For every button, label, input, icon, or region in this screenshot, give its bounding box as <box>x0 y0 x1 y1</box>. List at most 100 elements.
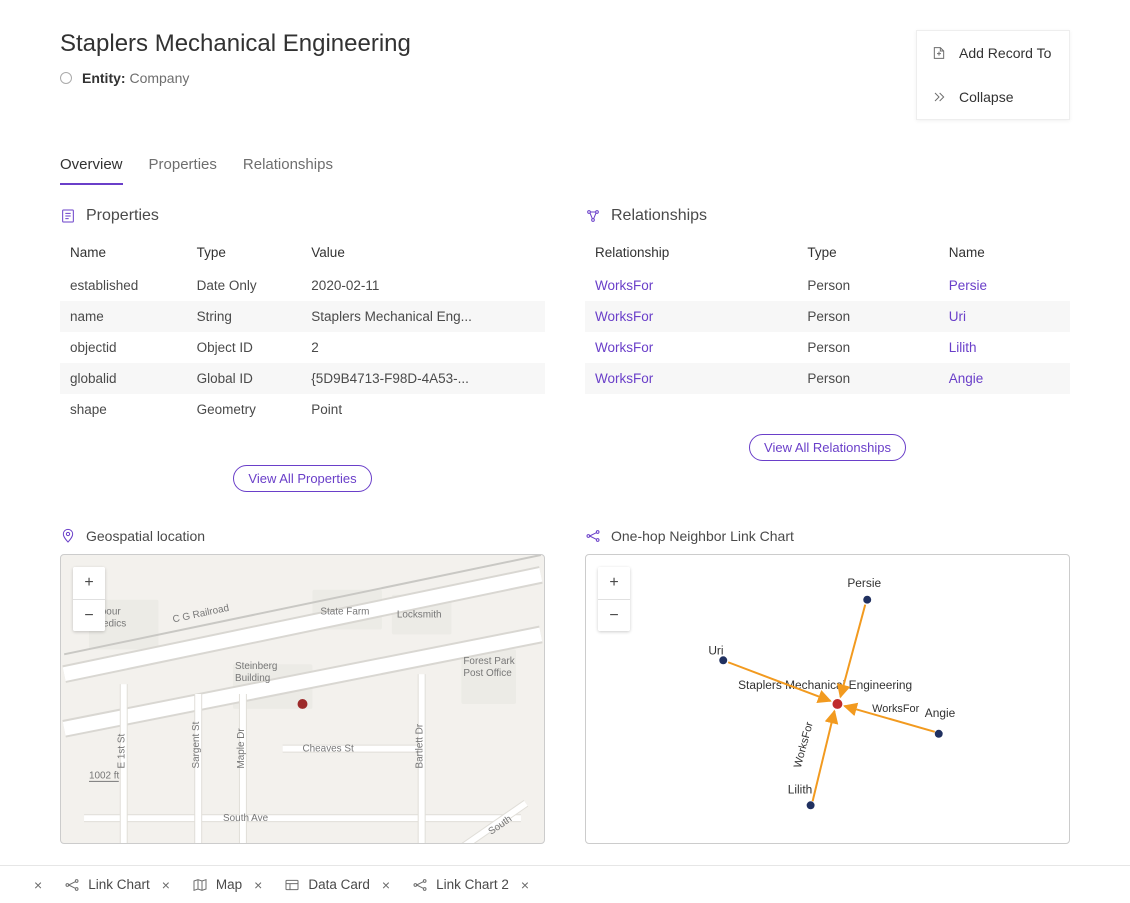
col-type: Type <box>187 235 302 270</box>
link-chart-view[interactable]: Staplers Mechanical Engineering Persie U… <box>585 554 1070 844</box>
col-name: Name <box>60 235 187 270</box>
tab-relationships[interactable]: Relationships <box>243 156 333 185</box>
svg-text:State Farm: State Farm <box>320 607 369 618</box>
chart-zoom-in-button[interactable]: + <box>598 567 630 599</box>
link-chart-icon <box>585 528 601 544</box>
entity-circle-icon <box>60 72 72 84</box>
table-row: objectid Object ID 2 <box>60 332 545 363</box>
entity-link[interactable]: Uri <box>949 309 966 324</box>
cell: {5D9B4713-F98D-4A53-... <box>301 363 545 394</box>
bottom-tab-label: Data Card <box>308 877 370 892</box>
properties-table: Name Type Value established Date Only 20… <box>60 235 545 425</box>
cell: 2 <box>301 332 545 363</box>
view-all-relationships-button[interactable]: View All Relationships <box>749 434 906 461</box>
svg-text:Cheaves St: Cheaves St <box>303 744 355 755</box>
relationships-table: Relationship Type Name WorksFor Person P… <box>585 235 1070 394</box>
cell: globalid <box>60 363 187 394</box>
entity-link[interactable]: Lilith <box>949 340 977 355</box>
add-document-icon <box>931 45 947 61</box>
cell: shape <box>60 394 187 425</box>
bottom-tab-link-chart-2[interactable]: Link Chart 2 × <box>404 866 537 903</box>
table-row: WorksFor Person Angie <box>585 363 1070 394</box>
cell: Person <box>797 270 938 301</box>
cell: objectid <box>60 332 187 363</box>
cell: Date Only <box>187 270 302 301</box>
cell: Global ID <box>187 363 302 394</box>
properties-icon <box>60 208 76 224</box>
relationships-panel-title: Relationships <box>611 207 707 225</box>
table-row: WorksFor Person Uri <box>585 301 1070 332</box>
bottom-tab-map[interactable]: Map × <box>184 866 270 903</box>
collapse-button[interactable]: Collapse <box>917 75 1069 119</box>
cell: Person <box>797 363 938 394</box>
chart-zoom-out-button[interactable]: − <box>598 599 630 631</box>
bottom-tab-label: Link Chart 2 <box>436 877 509 892</box>
entity-line: Entity: Company <box>60 70 411 86</box>
svg-text:Persie: Persie <box>847 576 881 590</box>
map-icon <box>192 877 208 893</box>
col-name: Name <box>939 235 1070 270</box>
map-zoom-out-button[interactable]: − <box>73 599 105 631</box>
link-chart-icon <box>64 877 80 893</box>
map-view[interactable]: C G Railroad State Farm Locksmith Steinb… <box>60 554 545 844</box>
link-chart-canvas: Staplers Mechanical Engineering Persie U… <box>586 555 1069 843</box>
svg-text:Uri: Uri <box>708 643 723 657</box>
cell: Object ID <box>187 332 302 363</box>
tabs: Overview Properties Relationships <box>60 156 1070 185</box>
svg-text:Locksmith: Locksmith <box>397 610 442 621</box>
map-zoom-in-button[interactable]: + <box>73 567 105 599</box>
entity-link[interactable]: Persie <box>949 278 987 293</box>
svg-text:Bartlett Dr: Bartlett Dr <box>415 723 426 768</box>
entity-value: Company <box>129 70 189 86</box>
table-row: name String Staplers Mechanical Eng... <box>60 301 545 332</box>
rel-link[interactable]: WorksFor <box>595 309 653 324</box>
chart-zoom-controls: + − <box>598 567 630 631</box>
relationships-icon <box>585 208 601 224</box>
svg-text:Staplers Mechanical Engineerin: Staplers Mechanical Engineering <box>738 678 912 692</box>
svg-text:South Ave: South Ave <box>223 813 269 824</box>
cell: Person <box>797 332 938 363</box>
cell: established <box>60 270 187 301</box>
svg-text:Angie: Angie <box>925 706 956 720</box>
page-title: Staplers Mechanical Engineering <box>60 30 411 58</box>
add-record-to-label: Add Record To <box>959 45 1051 61</box>
linkchart-title: One-hop Neighbor Link Chart <box>611 528 794 544</box>
properties-panel-title: Properties <box>86 207 159 225</box>
table-row: WorksFor Person Lilith <box>585 332 1070 363</box>
svg-text:Lilith: Lilith <box>788 782 813 796</box>
svg-text:Steinberg: Steinberg <box>235 661 277 672</box>
data-card-icon <box>284 877 300 893</box>
close-icon[interactable]: × <box>382 877 390 893</box>
bottom-tab-label: Link Chart <box>88 877 150 892</box>
svg-text:E 1st St: E 1st St <box>117 734 128 769</box>
svg-text:Forest Park: Forest Park <box>463 656 514 667</box>
bottom-tab-data-card[interactable]: Data Card × <box>276 866 398 903</box>
col-type: Type <box>797 235 938 270</box>
svg-text:Post Office: Post Office <box>463 668 512 679</box>
bottom-tab-close-leading[interactable]: × <box>30 866 50 903</box>
close-icon[interactable]: × <box>521 877 529 893</box>
rel-link[interactable]: WorksFor <box>595 340 653 355</box>
close-icon[interactable]: × <box>254 877 262 893</box>
cell: 2020-02-11 <box>301 270 545 301</box>
rel-link[interactable]: WorksFor <box>595 371 653 386</box>
add-record-to-button[interactable]: Add Record To <box>917 31 1069 75</box>
entity-label: Entity: <box>82 70 126 86</box>
bottom-tab-link-chart[interactable]: Link Chart × <box>56 866 178 903</box>
entity-link[interactable]: Angie <box>949 371 984 386</box>
pin-icon <box>60 528 76 544</box>
svg-text:Maple Dr: Maple Dr <box>236 728 247 769</box>
rel-link[interactable]: WorksFor <box>595 278 653 293</box>
cell: name <box>60 301 187 332</box>
view-all-properties-button[interactable]: View All Properties <box>233 465 371 492</box>
cell: Point <box>301 394 545 425</box>
close-icon[interactable]: × <box>162 877 170 893</box>
map-canvas: C G Railroad State Farm Locksmith Steinb… <box>61 555 544 843</box>
tab-properties[interactable]: Properties <box>149 156 217 185</box>
col-relationship: Relationship <box>585 235 797 270</box>
link-chart-icon <box>412 877 428 893</box>
col-value: Value <box>301 235 545 270</box>
tab-overview[interactable]: Overview <box>60 156 123 185</box>
chevrons-right-icon <box>931 89 947 105</box>
table-row: shape Geometry Point <box>60 394 545 425</box>
